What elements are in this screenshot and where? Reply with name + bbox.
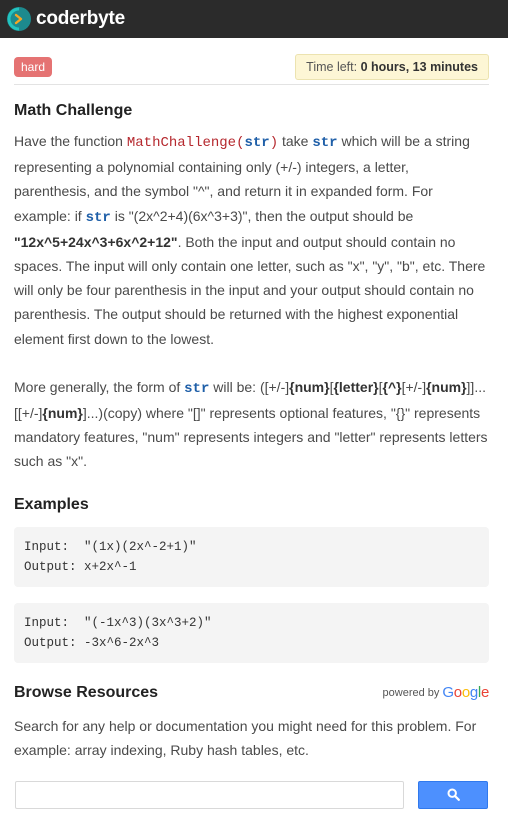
resource-search-bar [14, 780, 489, 809]
search-button[interactable] [418, 780, 488, 809]
example-input: Input: "(1x)(2x^-2+1)" [24, 539, 197, 554]
example-block: Input: "(-1x^3)(3x^3+2)" Output: -3x^6-2… [14, 602, 489, 663]
google-logo: Google [442, 684, 489, 702]
code-keyword: str [312, 135, 338, 151]
search-icon [446, 788, 460, 802]
challenge-title: Math Challenge [14, 102, 133, 119]
time-left-label: Time left: [306, 59, 361, 74]
time-left-value: 0 hours, 13 minutes [360, 59, 478, 74]
examples-heading: Examples [14, 495, 89, 513]
example-output: Output: x+2x^-1 [24, 559, 137, 574]
challenge-meta-row: hard Time left: 0 hours, 13 minutes [14, 38, 489, 85]
search-input[interactable] [15, 780, 404, 809]
example-block: Input: "(1x)(2x^-2+1)" Output: x+2x^-1 [14, 526, 489, 587]
coderbyte-logo-icon[interactable] [6, 6, 32, 32]
browse-resources-header: Browse Resources powered by Google [14, 684, 489, 702]
example-output: Output: -3x^6-2x^3 [24, 635, 160, 650]
challenge-description: Have the function MathChallenge(str) tak… [14, 129, 489, 474]
description-paragraph-1: Have the function MathChallenge(str) tak… [14, 133, 486, 347]
function-name: MathChallenge(str) [126, 135, 279, 151]
code-keyword: str [184, 380, 210, 397]
top-navbar: coderbyte [0, 0, 508, 38]
time-left-indicator: Time left: 0 hours, 13 minutes [295, 53, 489, 80]
challenge-content: hard Time left: 0 hours, 13 minutes Math… [0, 38, 508, 809]
browse-resources-text: Search for any help or documentation you… [14, 717, 477, 758]
example-input: Input: "(-1x^3)(3x^3+2)" [24, 615, 212, 630]
brand-name[interactable]: coderbyte [36, 8, 125, 30]
browse-resources-heading: Browse Resources [14, 683, 159, 701]
code-keyword: str [85, 209, 111, 226]
expected-output: "12x^5+24x^3+6x^2+12" [14, 233, 178, 250]
difficulty-badge: hard [14, 56, 53, 77]
powered-by-google: powered by Google [382, 684, 490, 702]
description-paragraph-2: More generally, the form of str will be:… [14, 378, 488, 470]
